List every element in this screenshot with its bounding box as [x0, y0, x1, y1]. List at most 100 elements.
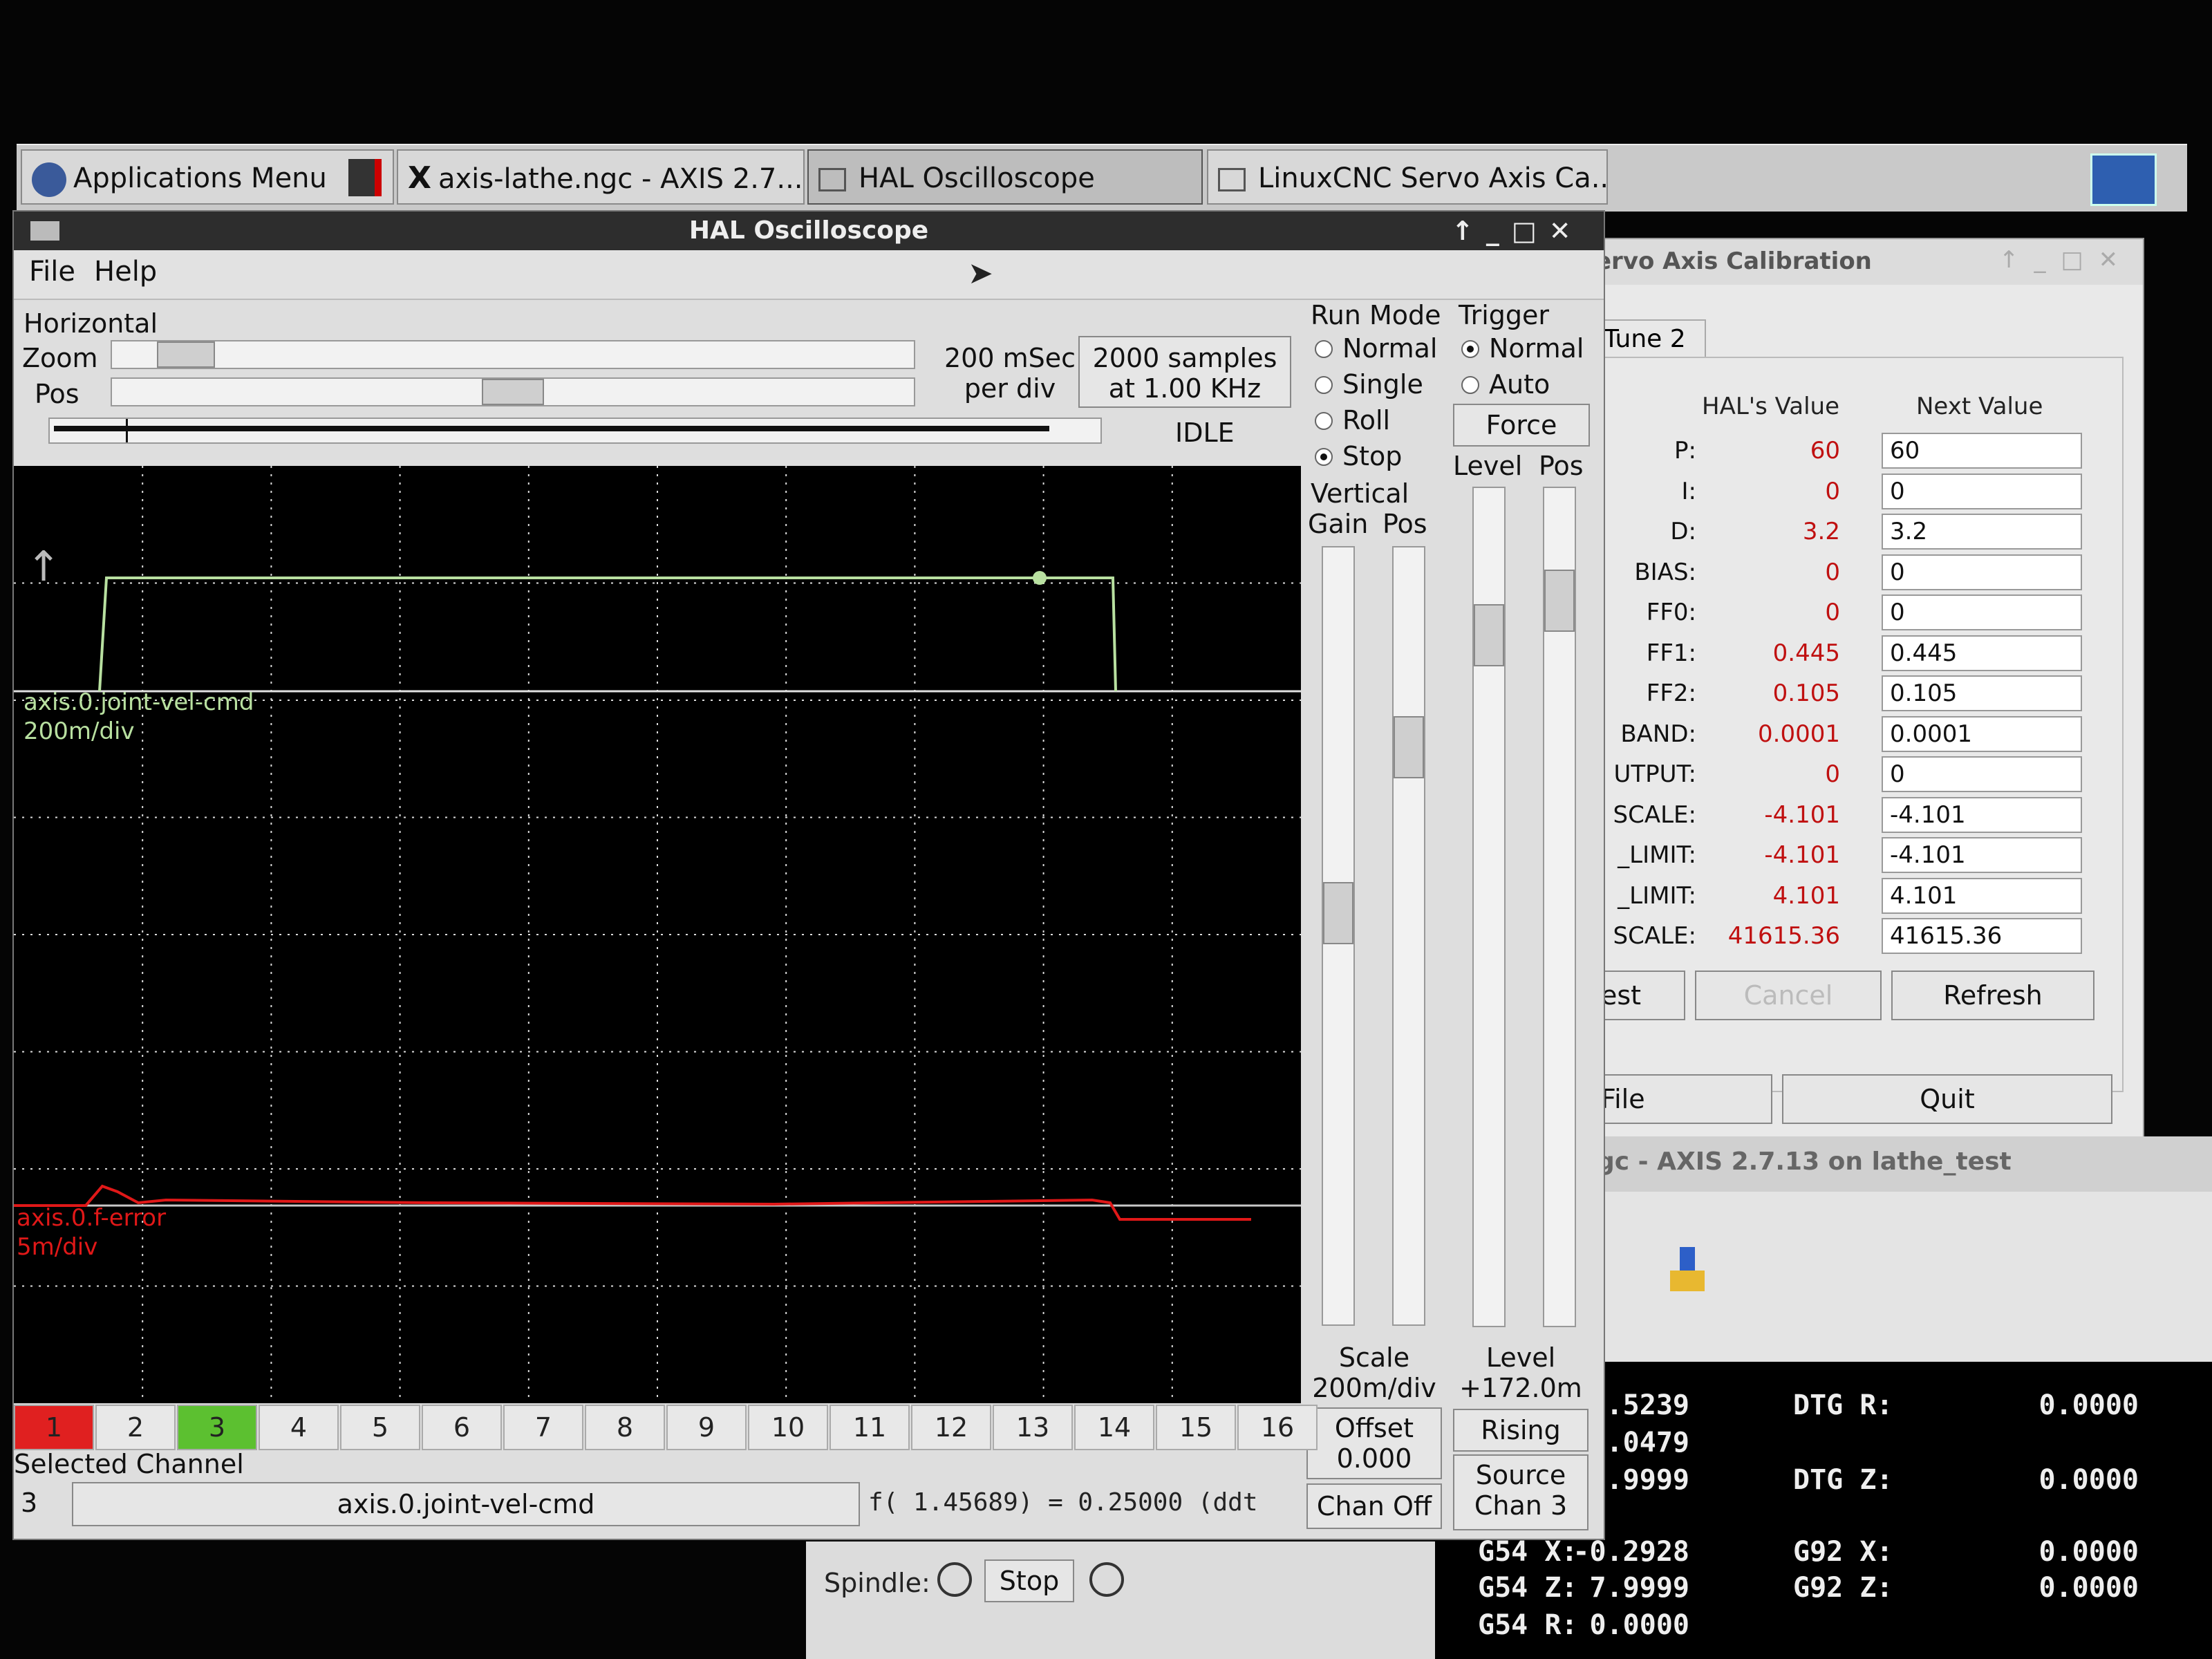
param-next-value-input[interactable]: 0.105 [1882, 675, 2082, 711]
dro-value: 0.0000 [2038, 1536, 2139, 1568]
horizontal-pos-slider-thumb[interactable] [482, 379, 544, 405]
run-mode-radio-normal[interactable] [1315, 340, 1333, 358]
channel-button-1[interactable]: 1 [14, 1405, 94, 1450]
zoom-slider[interactable] [111, 340, 915, 369]
window-menu-icon[interactable] [30, 221, 59, 241]
menu-file[interactable]: File [29, 256, 75, 288]
workspace-switcher-icon[interactable] [2090, 153, 2157, 206]
param-next-value-input[interactable]: 0 [1882, 554, 2082, 590]
param-next-value-input[interactable]: 0.0001 [1882, 715, 2082, 752]
samples-button[interactable]: 2000 samples at 1.00 KHz [1078, 336, 1291, 408]
vertical-pos-slider[interactable] [1392, 546, 1425, 1326]
record-position-bar[interactable] [48, 418, 1102, 444]
spindle-panel: Spindle: Stop [806, 1541, 1435, 1659]
param-next-value-input[interactable]: 60 [1882, 433, 2082, 469]
dro-value: 0.0000 [2038, 1389, 2139, 1421]
hal-oscilloscope-window: HAL Oscilloscope ↑_□✕ File Help ➤ Horizo… [12, 210, 1605, 1540]
horizontal-pos-slider[interactable] [111, 377, 915, 406]
channel-button-13[interactable]: 13 [993, 1405, 1073, 1450]
param-next-value-input[interactable]: 41615.36 [1882, 918, 2082, 954]
servo-window-controls-icon[interactable]: ↑_□✕ [1999, 246, 2133, 274]
zoom-label: Zoom [22, 343, 98, 373]
param-next-value-input[interactable]: 0 [1882, 473, 2082, 509]
channel-button-10[interactable]: 10 [748, 1405, 828, 1450]
selected-channel-label: Selected Channel [14, 1449, 244, 1479]
run-mode-option-label: Roll [1342, 405, 1391, 435]
channel-button-15[interactable]: 15 [1156, 1405, 1236, 1450]
param-hal-value: 0 [1825, 558, 1840, 586]
channel-button-6[interactable]: 6 [422, 1405, 502, 1450]
refresh-button[interactable]: Refresh [1891, 971, 2094, 1020]
scope-display[interactable]: ↑ axis.0.joint-vel-cmd 200m/div axis.0.f… [14, 466, 1301, 1403]
trigger-point-marker [1033, 571, 1047, 585]
trigger-radio-normal[interactable] [1461, 340, 1479, 358]
channel-button-9[interactable]: 9 [666, 1405, 747, 1450]
samples-line1: 2000 samples [1092, 343, 1277, 373]
channel-button-12[interactable]: 12 [911, 1405, 991, 1450]
record-window-marker [126, 419, 128, 442]
window-controls-icon[interactable]: ↑_□✕ [1452, 212, 1584, 250]
vertical-offset-button[interactable]: Offset 0.000 [1306, 1407, 1442, 1479]
applications-menu-button[interactable]: Applications Menu [21, 149, 394, 205]
param-next-value-input[interactable]: -4.101 [1882, 796, 2082, 833]
channel-button-7[interactable]: 7 [503, 1405, 583, 1450]
trigger-radio-auto[interactable] [1461, 376, 1479, 394]
param-next-value-input[interactable]: 0 [1882, 756, 2082, 792]
trigger-level-slider-thumb[interactable] [1474, 604, 1504, 666]
trigger-source-button[interactable]: Source Chan 3 [1453, 1454, 1588, 1530]
trigger-option-label: Auto [1489, 369, 1550, 400]
channel-button-16[interactable]: 16 [1237, 1405, 1318, 1450]
channel-button-5[interactable]: 5 [340, 1405, 420, 1450]
selected-channel-number: 3 [21, 1488, 38, 1518]
trace-scale-f-error: 5m/div [17, 1233, 98, 1261]
quit-button[interactable]: Quit [1782, 1074, 2112, 1124]
horizontal-group-label: Horizontal [24, 308, 158, 339]
param-next-value-input[interactable]: 0 [1882, 594, 2082, 630]
zoom-slider-thumb[interactable] [156, 341, 215, 368]
channel-button-8[interactable]: 8 [585, 1405, 665, 1450]
clear-plot-icon[interactable] [1666, 1247, 1714, 1295]
trigger-option-label: Normal [1489, 333, 1584, 364]
run-mode-radio-single[interactable] [1315, 376, 1333, 394]
vertical-gain-slider-thumb[interactable] [1323, 882, 1353, 944]
file-button[interactable]: File [1595, 1074, 1772, 1124]
param-next-value-input[interactable]: -4.101 [1882, 837, 2082, 873]
channel-button-11[interactable]: 11 [830, 1405, 910, 1450]
param-next-value-input[interactable]: 4.101 [1882, 877, 2082, 914]
dro-value: 0.0000 [2038, 1464, 2139, 1496]
tab-tune-2[interactable]: Tune 2 [1595, 319, 1706, 358]
taskbar-tab-axis[interactable]: Xaxis-lathe.ngc - AXIS 2.7... [397, 149, 805, 205]
test-button[interactable]: est [1595, 971, 1685, 1020]
channel-button-2[interactable]: 2 [95, 1405, 176, 1450]
xfce-logo-icon [32, 162, 66, 197]
trigger-edge-button[interactable]: Rising [1453, 1409, 1588, 1452]
dro-value: 0.0000 [2038, 1572, 2139, 1604]
trigger-level-slider[interactable] [1472, 487, 1506, 1327]
menu-help[interactable]: Help [94, 256, 157, 288]
taskbar-tab-servo-calibration[interactable]: LinuxCNC Servo Axis Ca... [1207, 149, 1608, 205]
spindle-stop-button[interactable]: Stop [984, 1559, 1074, 1602]
taskbar-tab-oscilloscope[interactable]: HAL Oscilloscope [807, 149, 1203, 205]
channel-button-3[interactable]: 3 [177, 1405, 257, 1450]
vertical-pos-slider-thumb[interactable] [1394, 716, 1424, 778]
vertical-gain-slider[interactable] [1322, 546, 1355, 1326]
param-next-value-input[interactable]: 0.445 [1882, 635, 2082, 671]
selected-channel-pin-button[interactable]: axis.0.joint-vel-cmd [72, 1482, 860, 1526]
trigger-pos-slider[interactable] [1543, 487, 1576, 1327]
chan-off-button[interactable]: Chan Off [1306, 1483, 1442, 1529]
scope-status: IDLE [1175, 418, 1235, 448]
param-next-value-input[interactable]: 3.2 [1882, 514, 2082, 550]
run-mode-radio-roll[interactable] [1315, 412, 1333, 430]
run-mode-option-label: Stop [1342, 441, 1403, 471]
param-hal-value: 0.0001 [1758, 720, 1840, 748]
channel-button-14[interactable]: 14 [1074, 1405, 1154, 1450]
channel-button-4[interactable]: 4 [259, 1405, 339, 1450]
spindle-ccw-icon[interactable] [937, 1562, 972, 1597]
spindle-cw-icon[interactable] [1089, 1562, 1124, 1597]
force-button[interactable]: Force [1453, 404, 1590, 447]
trigger-level-value: +172.0m [1459, 1373, 1582, 1403]
run-mode-radio-stop[interactable] [1315, 448, 1333, 466]
trigger-pos-slider-thumb[interactable] [1544, 570, 1575, 632]
record-buffer-line [54, 426, 1049, 431]
cancel-button[interactable]: Cancel [1695, 971, 1882, 1020]
